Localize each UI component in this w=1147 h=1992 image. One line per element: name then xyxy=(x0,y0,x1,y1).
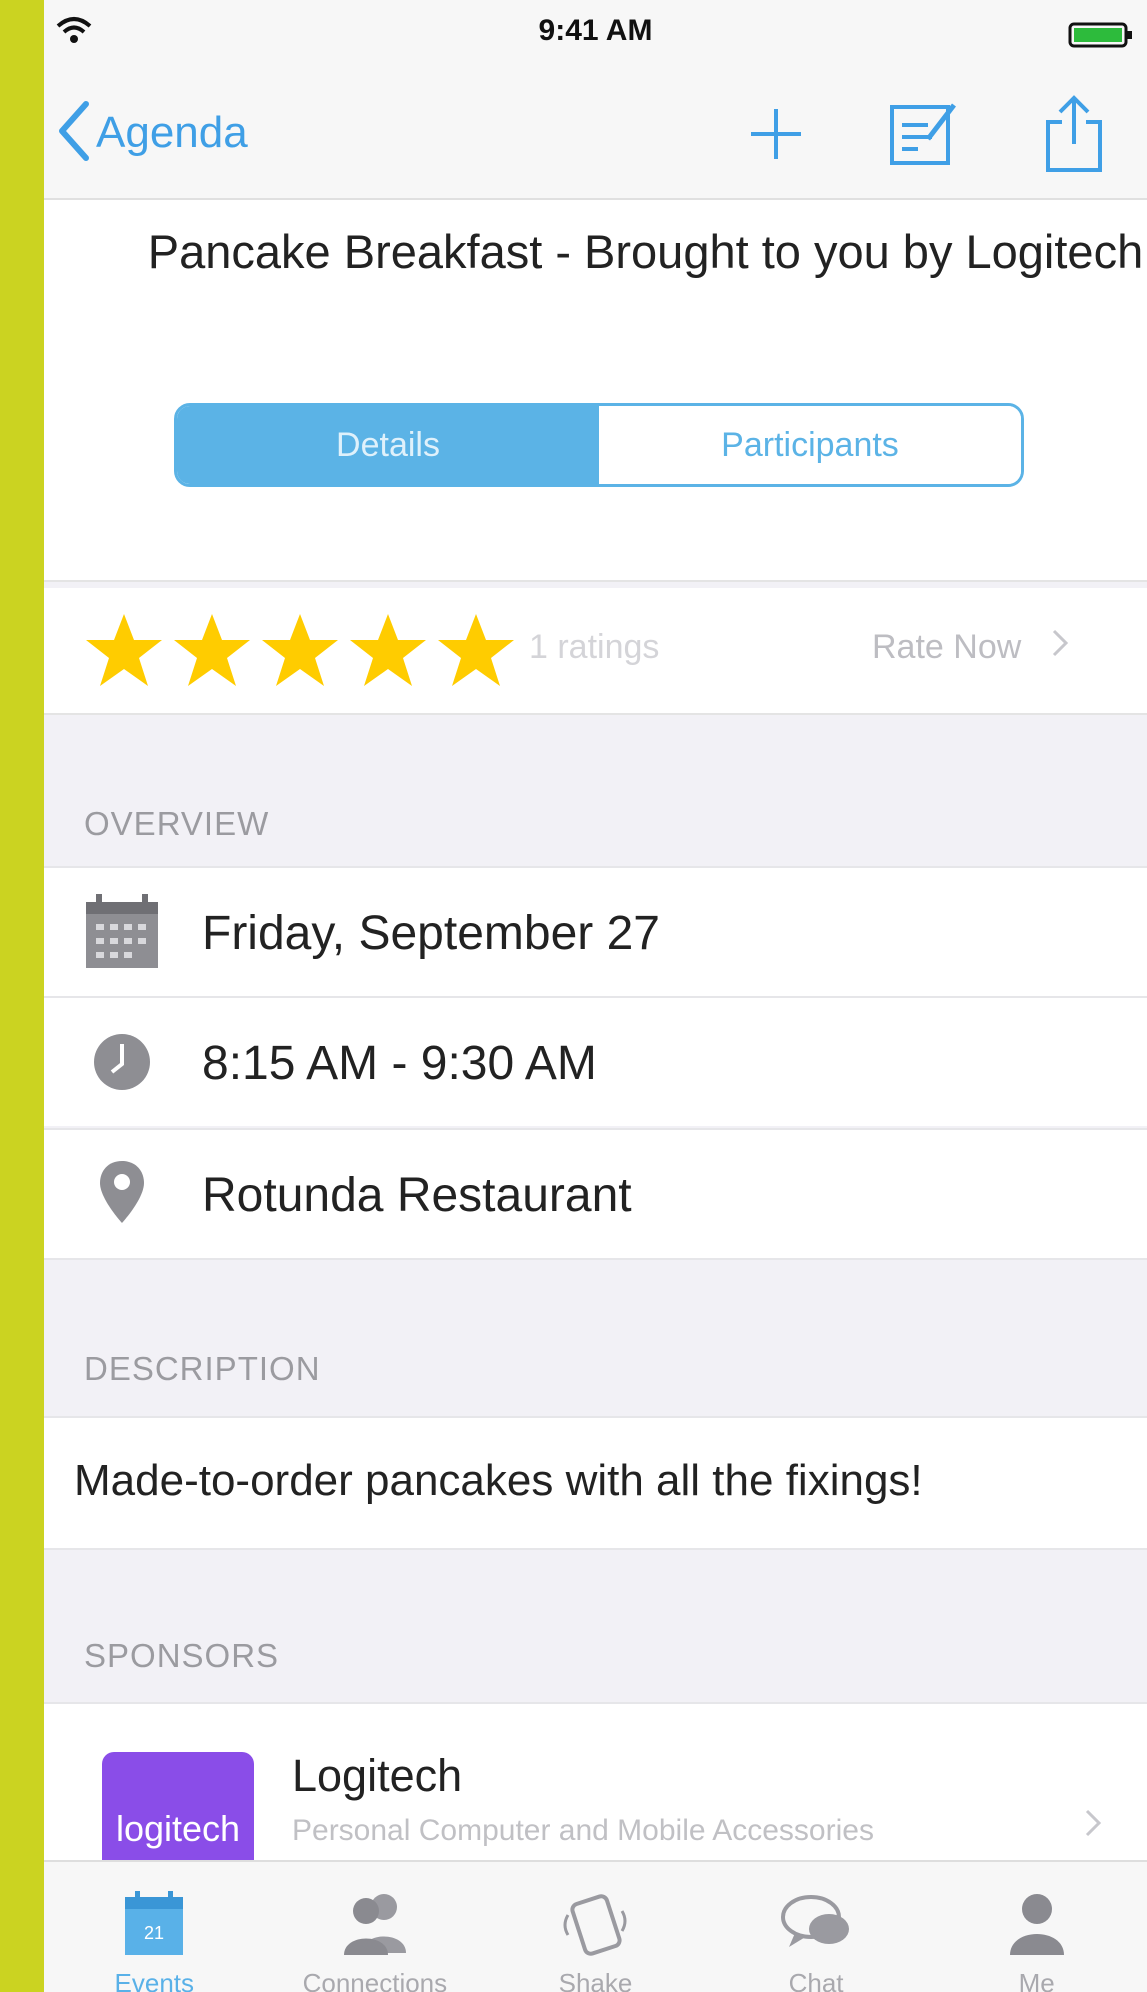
back-button[interactable]: Agenda xyxy=(56,98,248,168)
description-text: Made-to-order pancakes with all the fixi… xyxy=(74,1456,923,1505)
plus-icon xyxy=(746,104,806,169)
battery-icon xyxy=(1068,20,1134,50)
notes-button[interactable] xyxy=(884,96,964,176)
person-icon xyxy=(997,1884,1077,1964)
add-button[interactable] xyxy=(736,96,816,176)
clock-icon xyxy=(82,1022,162,1102)
star-icon xyxy=(348,610,434,690)
chat-icon xyxy=(776,1884,856,1964)
tab-shake-label: Shake xyxy=(558,1968,633,1992)
segmented-control: Details Participants xyxy=(174,403,1024,487)
rating-row: 1 ratings Rate Now xyxy=(44,588,1147,715)
event-header: Pancake Breakfast - Brought to you by Lo… xyxy=(44,200,1147,582)
share-button[interactable] xyxy=(1034,94,1114,179)
calendar-icon xyxy=(82,892,162,972)
tab-shake[interactable]: Shake xyxy=(485,1862,706,1992)
calendar-icon: 21 xyxy=(114,1884,194,1964)
event-location: Rotunda Restaurant xyxy=(202,1169,632,1222)
people-icon xyxy=(335,1884,415,1964)
tab-participants[interactable]: Participants xyxy=(599,406,1021,484)
sponsor-name: Logitech xyxy=(292,1750,463,1801)
tab-chat[interactable]: Chat xyxy=(706,1862,927,1992)
rate-now-button[interactable]: Rate Now xyxy=(872,628,1069,667)
event-time: 8:15 AM - 9:30 AM xyxy=(202,1037,597,1090)
sponsors-header: SPONSORS xyxy=(84,1637,280,1674)
tab-chat-label: Chat xyxy=(788,1968,844,1992)
star-icon xyxy=(172,610,258,690)
calendar-day: 21 xyxy=(144,1923,164,1943)
sponsor-description: Personal Computer and Mobile Accessories xyxy=(292,1814,874,1847)
tab-events[interactable]: 21 Events xyxy=(44,1862,265,1992)
description-row: Made-to-order pancakes with all the fixi… xyxy=(44,1416,1147,1550)
rate-now-label: Rate Now xyxy=(872,628,1022,666)
chevron-right-icon xyxy=(1084,1808,1102,1843)
star-rating[interactable] xyxy=(84,610,524,690)
star-icon xyxy=(84,610,170,690)
app-screen: 9:41 AM Agenda Pancake Breakfast - Broug… xyxy=(44,0,1147,1992)
chevron-right-icon xyxy=(1051,628,1069,667)
event-date: Friday, September 27 xyxy=(202,907,660,960)
tab-connections-label: Connections xyxy=(302,1968,448,1992)
date-row: Friday, September 27 xyxy=(44,866,1147,996)
tab-details[interactable]: Details xyxy=(177,406,599,484)
ratings-count: 1 ratings xyxy=(529,628,660,666)
chevron-left-icon xyxy=(56,100,92,167)
sponsor-row[interactable]: logitech Logitech Personal Computer and … xyxy=(44,1702,1147,1864)
tab-connections[interactable]: Connections xyxy=(265,1862,486,1992)
status-time: 9:41 AM xyxy=(538,14,653,47)
map-pin-icon xyxy=(82,1152,162,1232)
tab-events-label: Events xyxy=(114,1968,195,1992)
navigation-bar: Agenda xyxy=(44,68,1147,200)
description-header: DESCRIPTION xyxy=(84,1350,321,1387)
tab-bar: 21 Events Connections Shake Chat Me xyxy=(44,1860,1147,1992)
tab-me[interactable]: Me xyxy=(926,1862,1147,1992)
status-bar: 9:41 AM xyxy=(44,0,1147,68)
event-title: Pancake Breakfast - Brought to you by Lo… xyxy=(147,225,1144,278)
share-icon xyxy=(1042,94,1106,179)
tab-me-label: Me xyxy=(1018,1968,1055,1992)
time-row: 8:15 AM - 9:30 AM xyxy=(44,998,1147,1126)
back-label: Agenda xyxy=(96,108,248,157)
shake-icon xyxy=(555,1884,635,1964)
star-icon xyxy=(260,610,346,690)
star-icon xyxy=(436,610,522,690)
sponsor-logo: logitech xyxy=(102,1752,254,1864)
location-row[interactable]: Rotunda Restaurant xyxy=(44,1130,1147,1260)
note-edit-icon xyxy=(888,99,960,174)
overview-header: OVERVIEW xyxy=(84,805,270,842)
